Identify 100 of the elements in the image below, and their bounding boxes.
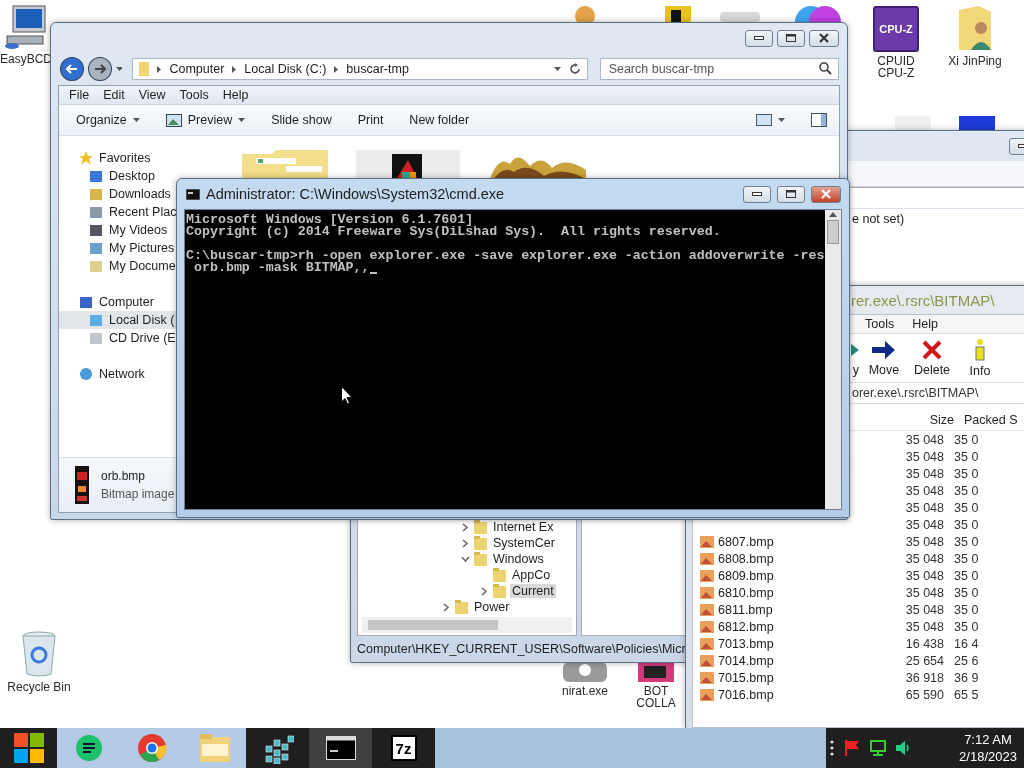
desktop-icon-label[interactable]: Xi JinPing [948,55,1002,67]
nav-item[interactable]: Recent Plac [59,203,179,221]
desktop-icon-label[interactable]: CPUID CPU-Z [866,55,926,79]
desktop-icon-label[interactable]: nirat.exe [562,685,608,697]
file-name: 6807.bmp [718,534,774,549]
breadcrumb-item[interactable]: Local Disk (C:) [244,62,327,76]
taskbar-item[interactable]: 7z [372,728,435,768]
table-cell-text: 35 048 [904,466,944,481]
table-cell-text: 65 590 [904,687,944,702]
menu-item[interactable]: Tools [179,88,209,102]
breadcrumb-item[interactable]: buscar-tmp [346,62,409,76]
nav-item[interactable]: My Docume [59,257,178,275]
tree-item[interactable]: Power [472,600,512,614]
table-cell-text: 35 0 [953,500,979,515]
table-cell-text: 35 0 [953,568,979,583]
window-title: rer.exe\.rsrc\BITMAP\ [851,291,995,309]
clock-date[interactable]: 2/18/2023 [959,749,1017,764]
file-name: 7015.bmp [718,670,774,685]
toolbar-button[interactable]: Preview [165,113,246,127]
file-name: 7013.bmp [718,636,774,651]
window-title: Administrator: C:\Windows\System32\cmd.exe [206,186,505,202]
desktop-icon-label[interactable]: Recycle Bin [7,681,71,693]
file-name: 6808.bmp [718,551,774,566]
table-cell-text: 35 0 [953,517,979,532]
column-header[interactable]: Packed S [954,413,1018,427]
table-cell-text: 16 4 [953,636,979,651]
file-type: Bitmap image [101,487,175,501]
file-name: 6810.bmp [718,585,774,600]
column-header[interactable]: Size [882,413,954,427]
file-name: 6811.bmp [718,602,773,617]
nav-item[interactable]: Computer [59,293,156,311]
menu-item[interactable]: Edit [103,88,125,102]
menu-item[interactable]: Help [912,317,938,331]
table-cell-text: 35 048 [904,432,944,447]
tree-item[interactable]: Current [510,584,556,598]
toolbar-button[interactable]: Organize [76,113,140,127]
clock-time[interactable]: 7:12 AM [964,732,1012,747]
table-cell-text: 25 6 [953,653,979,668]
toolbar-button[interactable]: New folder [409,113,470,127]
path-field[interactable]: orer.exe\.rsrc\BITMAP\ [852,386,979,400]
menu-item[interactable]: View [138,88,166,102]
7zip-icon[interactable]: 7z [390,735,417,761]
search-field[interactable]: Search buscar-tmp [599,58,839,80]
cpuz-logo: CPU-Z [873,6,919,52]
table-cell-text: 35 048 [904,483,944,498]
table-cell-text: 35 0 [953,602,979,617]
table-cell-text: 35 048 [904,500,944,515]
nav-item[interactable]: Favorites [59,149,153,167]
menu-item[interactable]: Help [222,88,249,102]
console-line: C:\buscar-tmp>rh -open explorer.exe -save explorer.exe -action addoverwrite -res [186,250,825,262]
toolbar-button[interactable]: Delete [913,362,951,377]
table-cell-text: 35 048 [904,534,944,549]
table-cell-text: 25 654 [904,653,944,668]
value-data: e not set) [852,212,905,226]
file-name: 6809.bmp [718,568,774,583]
toolbar-button[interactable]: Print [357,113,384,127]
table-cell-text: 35 048 [904,619,944,634]
desktop-icon-label[interactable]: EasyBCD [0,53,52,65]
toolbar-button[interactable]: y [852,362,859,377]
table-cell-text: 35 048 [904,602,944,617]
table-cell-text: 16 438 [904,636,944,651]
nav-item[interactable]: Downloads [59,185,173,203]
tree-item[interactable]: Windows [491,552,546,566]
nav-item[interactable]: Desktop [59,167,157,185]
console-line: Copyright (c) 2014 Freeware Sys(DiLshad Sys). All rights reserved. [186,226,722,238]
table-cell-text: 35 048 [904,449,944,464]
file-name: 7014.bmp [718,653,774,668]
menu-item[interactable]: Tools [865,317,895,331]
table-cell-text: 35 0 [953,534,979,549]
file-name: 7016.bmp [718,687,774,702]
nav-item[interactable]: CD Drive (E [59,329,178,347]
console-line: Microsoft Windows [Version 6.1.7601] [186,214,474,226]
table-cell-text: 35 0 [953,449,979,464]
nav-item[interactable]: Network [59,365,147,383]
table-cell-text: 35 0 [953,619,979,634]
file-name: orb.bmp [101,469,147,483]
toolbar-button[interactable]: Info [969,363,991,378]
table-cell-text: 35 0 [953,585,979,600]
toolbar-button[interactable]: Slide show [271,113,332,127]
table-cell-text: 35 0 [953,466,979,481]
menu-item[interactable]: File [69,88,90,102]
breadcrumb-item[interactable]: Computer [169,62,225,76]
desktop-icon-label[interactable]: BOT COLLA [628,685,684,709]
console-line: orb.bmp -mask BITMAP,, [186,262,825,274]
nav-item[interactable]: My Videos [59,221,170,239]
status-path: Computer\HKEY_CURRENT_USER\Software\Policies\Micr [357,642,686,656]
table-cell-text: 35 0 [953,483,979,498]
table-cell-text: 35 048 [904,517,944,532]
table-cell-text: 35 048 [904,585,944,600]
table-cell-text: 35 048 [904,551,944,566]
tree-item[interactable]: Internet Ex [491,520,556,534]
address-bar[interactable]: Computer Local Disk (C:) buscar-tmp [132,58,588,80]
tree-item[interactable]: SystemCer [491,536,557,550]
table-cell-text: 36 9 [953,670,979,685]
tree-item[interactable]: AppCo [510,568,553,582]
file-name: 6812.bmp [718,619,774,634]
nav-item[interactable]: Local Disk ( [59,311,177,329]
nav-item[interactable]: My Pictures [59,239,177,257]
toolbar-button[interactable]: Move [868,362,900,377]
table-cell-text: 36 918 [904,670,944,685]
